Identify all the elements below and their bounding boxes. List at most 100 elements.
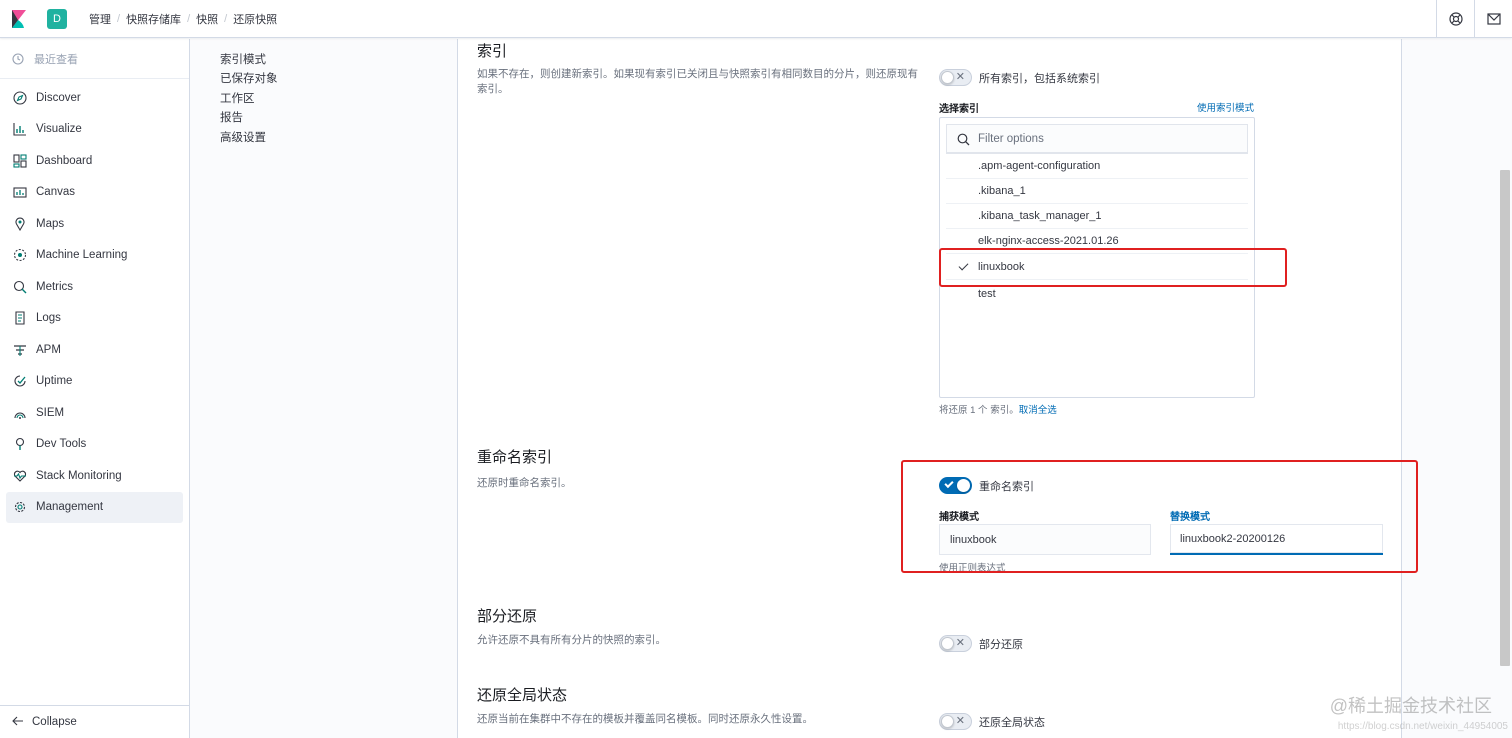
collapse-arrow-icon [12,716,24,729]
global-state-section-title: 还原全局状态 [477,687,568,704]
subnav-item-reporting[interactable]: 报告 [220,108,457,128]
deselect-all-link[interactable]: 取消全选 [1019,405,1057,416]
search-icon [957,133,970,145]
mail-button[interactable] [1474,0,1512,38]
help-button[interactable] [1436,0,1474,38]
nav-item-logs[interactable]: Logs [6,303,183,335]
subnav-item-index-patterns[interactable]: 索引模式 [220,49,457,69]
nav-item-label: Metrics [36,280,74,293]
watermark: @稀土掘金技术社区 [1329,696,1492,716]
filter-options-field[interactable] [946,124,1248,154]
nav-item-label: SIEM [36,406,65,419]
lifebuoy-icon [1448,12,1463,26]
check-icon [958,260,969,271]
nav-item-label: Discover [36,91,81,104]
nav-item-management[interactable]: Management [6,491,183,523]
capture-pattern-input[interactable]: linuxbook [939,524,1151,555]
breadcrumb-snapshots[interactable]: 快照 [196,11,218,27]
capture-pattern-label: 捕获模式 [939,512,979,523]
nav-item-metrics[interactable]: Metrics [6,271,183,303]
replace-pattern-label: 替换模式 [1170,512,1210,523]
index-option-label: test [978,287,996,300]
collapse-nav-button[interactable]: Collapse [0,705,189,738]
recently-viewed-label: 最近查看 [34,53,78,66]
canvas-icon [12,184,28,200]
nav-item-dev-tools[interactable]: Dev Tools [6,429,183,461]
breadcrumb-management[interactable]: 管理 [89,11,111,27]
kibana-logo[interactable] [0,0,38,38]
nav-item-discover[interactable]: Discover [6,82,183,114]
nav-item-label: Machine Learning [36,249,128,262]
all-indices-toggle[interactable]: ✕ 所有索引，包括系统索引 [939,69,1100,86]
nav-item-apm[interactable]: APM [6,334,183,366]
restore-count-label: 将还原 1 个 索引。 [939,405,1019,416]
subnav-item-advanced-settings[interactable]: 高级设置 [220,127,457,147]
uptime-icon [12,373,28,389]
compass-icon [12,90,28,106]
nav-item-canvas[interactable]: Canvas [6,177,183,209]
subnav-item-saved-objects[interactable]: 已保存对象 [220,69,457,89]
check-icon [944,478,954,489]
index-option[interactable]: .kibana_1 [946,179,1248,204]
kibana-logo-icon [12,9,26,28]
left-navigation: 最近查看 Discover Visualize Dashboard Canvas… [0,39,190,738]
index-option-selected[interactable]: linuxbook [946,255,1248,280]
indices-section-description: 如果不存在，则创建新索引。如果现有索引已关闭且与快照索引有相同数目的分片，则还原… [477,68,918,95]
rename-section-description: 还原时重命名索引。 [477,477,572,489]
indices-section-title: 索引 [477,43,508,60]
logs-icon [12,310,28,326]
restore-count-text: 将还原 1 个 索引。取消全选 [939,402,1057,416]
global-state-toggle[interactable]: ✕ 还原全局状态 [939,713,1045,730]
nav-item-label: Canvas [36,186,75,199]
rename-section-title: 重命名索引 [477,449,553,466]
indices-selectable-list: .apm-agent-configuration .kibana_1 .kiba… [939,117,1255,398]
mail-icon [1486,13,1501,25]
siem-icon [12,405,28,421]
use-index-pattern-link[interactable]: 使用索引模式 [1197,100,1254,114]
index-option[interactable]: .apm-agent-configuration [946,154,1248,179]
index-option[interactable]: elk-nginx-access-2021.01.26 [946,229,1248,254]
nav-item-label: APM [36,343,61,356]
breadcrumb-repositories[interactable]: 快照存储库 [126,11,181,27]
rename-toggle-label: 重命名索引 [979,480,1034,493]
breadcrumb-separator: / [117,12,121,25]
index-option[interactable]: test [946,281,1248,306]
map-pin-icon [12,216,28,232]
partial-restore-toggle[interactable]: ✕ 部分还原 [939,635,1023,652]
subnav-item-spaces[interactable]: 工作区 [220,88,457,108]
nav-item-machine-learning[interactable]: Machine Learning [6,240,183,272]
partial-section-description: 允许还原不具有所有分片的快照的索引。 [477,634,666,646]
nav-item-stack-monitoring[interactable]: Stack Monitoring [6,460,183,492]
restore-settings-panel: 索引 如果不存在，则创建新索引。如果现有索引已关闭且与快照索引有相同数目的分片，… [457,39,1402,738]
wrench-icon [12,436,28,452]
recently-viewed[interactable]: 最近查看 [0,39,189,79]
index-option-label: linuxbook [978,261,1025,273]
nav-item-siem[interactable]: SIEM [6,397,183,429]
nav-item-label: Management [36,501,104,514]
page-scrollbar[interactable] [1500,170,1510,666]
apm-icon [12,342,28,358]
nav-item-dashboard[interactable]: Dashboard [6,145,183,177]
nav-item-maps[interactable]: Maps [6,208,183,240]
management-sidebar: 索引模式 已保存对象 工作区 报告 高级设置 [191,39,457,738]
regex-help-link[interactable]: 使用正则表达式 [939,560,1006,574]
breadcrumb-separator: / [224,12,228,25]
top-header: D 管理 / 快照存储库 / 快照 / 还原快照 [0,0,1512,38]
space-avatar[interactable]: D [47,8,67,29]
nav-item-uptime[interactable]: Uptime [6,366,183,398]
nav-item-label: Dashboard [36,154,93,167]
replace-pattern-input[interactable]: linuxbook2-20200126 [1170,524,1383,555]
close-icon: ✕ [955,71,965,83]
index-option-label: .apm-agent-configuration [978,160,1101,172]
header-actions [1436,0,1512,38]
index-option-label: .kibana_1 [978,185,1026,197]
index-option[interactable]: .kibana_task_manager_1 [946,204,1248,229]
chart-icon [12,121,28,137]
watermark-url: https://blog.csdn.net/weixin_44954005 [1337,721,1508,732]
nav-list: Discover Visualize Dashboard Canvas Maps… [0,79,189,523]
filter-options-input[interactable] [978,133,1238,145]
nav-item-label: Logs [36,312,61,325]
rename-indices-toggle[interactable]: 重命名索引 [939,477,1034,494]
clock-icon [12,52,24,65]
nav-item-visualize[interactable]: Visualize [6,114,183,146]
